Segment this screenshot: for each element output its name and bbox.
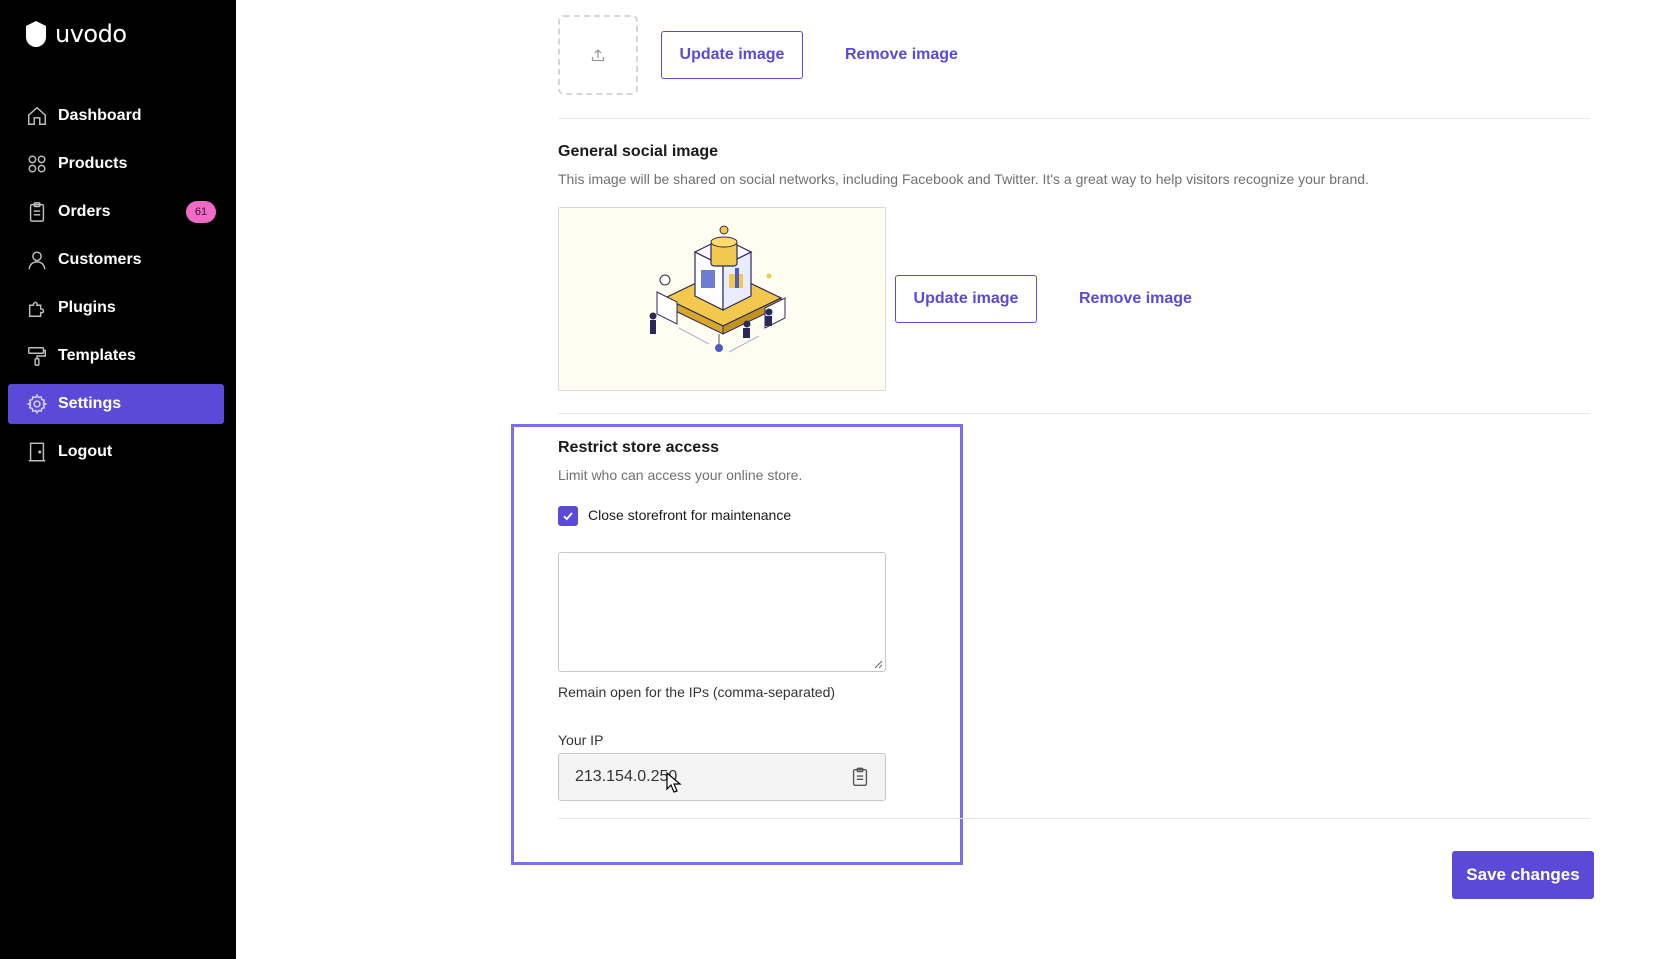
sidebar-item-dashboard[interactable]: Dashboard [8, 96, 224, 136]
remove-social-image-button[interactable]: Remove image [1079, 275, 1192, 323]
remove-image-button[interactable]: Remove image [845, 31, 958, 79]
social-image-description: This image will be shared on social netw… [558, 171, 1369, 187]
sidebar-item-label: Customers [58, 251, 142, 268]
sidebar-nav: Dashboard Products Orders 61 Customers P… [8, 96, 224, 480]
maintenance-checkbox-label[interactable]: Close storefront for maintenance [588, 507, 791, 523]
sidebar: uvodo Dashboard Products Orders 61 Custo… [0, 0, 236, 959]
sidebar-item-label: Logout [58, 443, 113, 460]
allowed-ips-textarea[interactable] [558, 552, 886, 672]
update-social-image-button[interactable]: Update image [895, 275, 1037, 323]
maintenance-checkbox[interactable] [558, 506, 578, 526]
sidebar-item-customers[interactable]: Customers [8, 240, 224, 280]
social-image-title: General social image [558, 143, 719, 160]
sidebar-item-plugins[interactable]: Plugins [8, 288, 224, 328]
door-icon [26, 441, 48, 463]
sidebar-item-label: Settings [58, 395, 122, 412]
save-changes-button[interactable]: Save changes [1452, 851, 1594, 899]
sidebar-item-label: Products [58, 155, 128, 172]
brand-logo[interactable]: uvodo [25, 20, 127, 48]
sidebar-item-label: Orders [58, 203, 111, 220]
mouse-cursor-icon [666, 772, 682, 793]
home-icon [26, 105, 48, 127]
restrict-access-description: Limit who can access your online store. [558, 467, 803, 483]
sidebar-item-label: Templates [58, 347, 136, 364]
sidebar-item-products[interactable]: Products [8, 144, 224, 184]
sidebar-item-orders[interactable]: Orders 61 [8, 192, 224, 232]
isometric-illustration-icon [649, 225, 786, 353]
sidebar-item-settings[interactable]: Settings [8, 384, 224, 424]
clipboard-icon [26, 201, 48, 223]
main-content: Update image Remove image General social… [236, 0, 1664, 959]
brand-name: uvodo [55, 20, 127, 48]
your-ip-label: Your IP [558, 732, 604, 748]
logo-mark-icon [26, 21, 46, 47]
upload-icon [591, 49, 605, 62]
sidebar-item-label: Dashboard [58, 107, 142, 124]
image-upload-dropzone[interactable] [558, 15, 638, 95]
grid-icon [26, 153, 48, 175]
your-ip-field[interactable]: 213.154.0.250 [558, 753, 886, 801]
resize-grip-icon[interactable] [874, 660, 883, 669]
gear-icon [26, 393, 48, 415]
update-image-button[interactable]: Update image [661, 31, 803, 79]
section-divider [558, 818, 1590, 819]
your-ip-value: 213.154.0.250 [575, 768, 678, 785]
puzzle-icon [26, 297, 48, 319]
sidebar-item-templates[interactable]: Templates [8, 336, 224, 376]
sidebar-item-label: Plugins [58, 299, 116, 316]
check-icon [563, 512, 573, 521]
clipboard-copy-icon[interactable] [849, 766, 871, 788]
paint-roller-icon [26, 345, 48, 367]
section-divider [558, 413, 1590, 414]
user-icon [26, 249, 48, 271]
sidebar-item-logout[interactable]: Logout [8, 432, 224, 472]
section-divider [558, 118, 1590, 119]
social-image-preview [558, 207, 886, 391]
allowed-ips-help: Remain open for the IPs (comma-separated… [558, 684, 836, 700]
orders-count-badge: 61 [186, 201, 216, 223]
restrict-access-title: Restrict store access [558, 439, 719, 456]
